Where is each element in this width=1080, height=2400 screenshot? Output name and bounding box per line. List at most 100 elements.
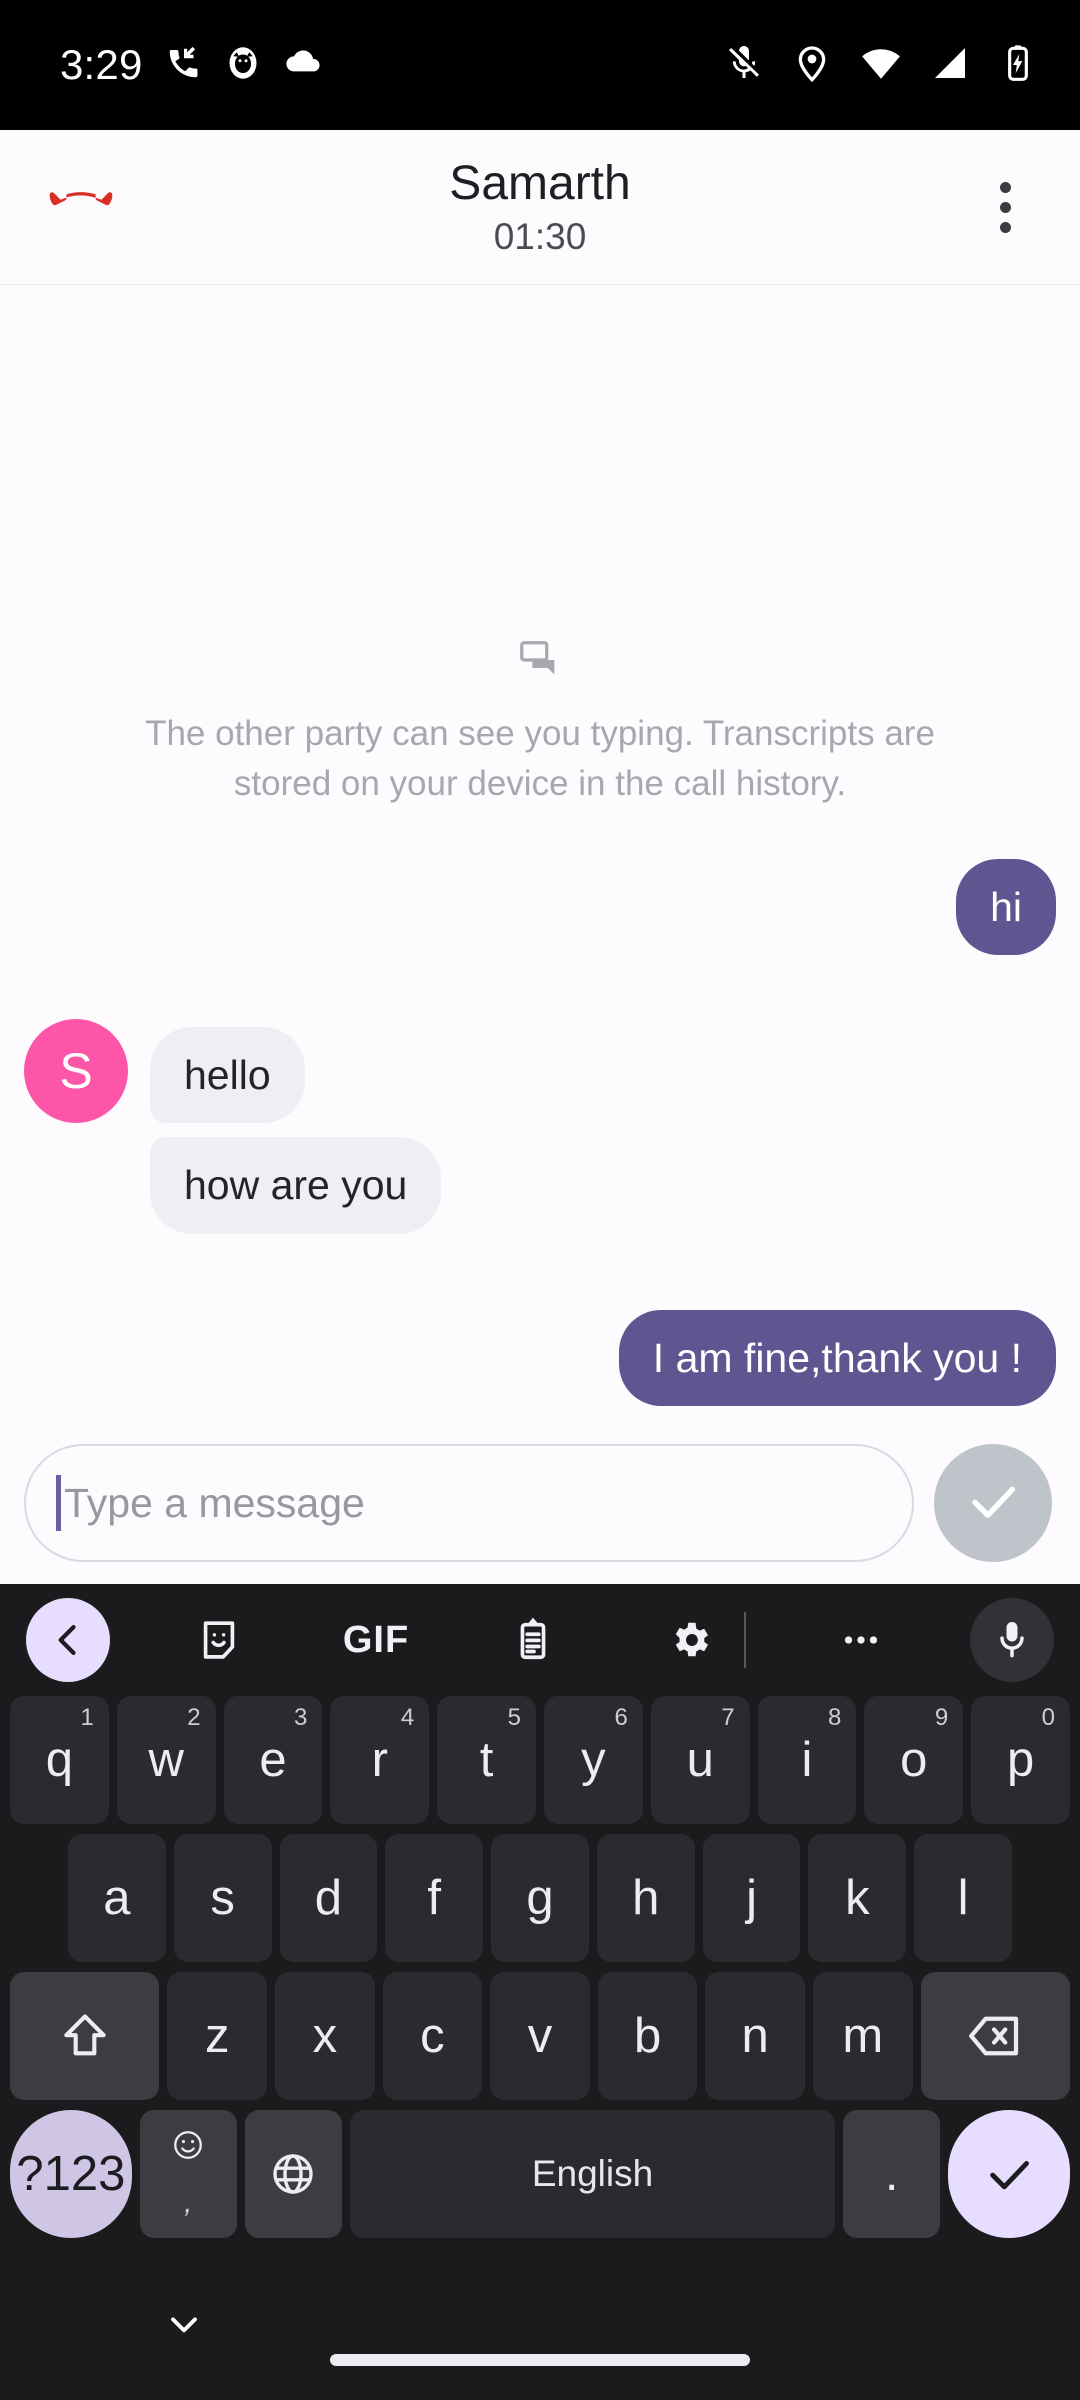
contact-name: Samarth xyxy=(449,157,631,211)
key-comma-emoji[interactable]: , xyxy=(139,2110,237,2238)
key-p[interactable]: 0p xyxy=(971,1696,1070,1824)
rtt-chat-icon xyxy=(130,637,950,683)
key-x[interactable]: x xyxy=(275,1972,375,2100)
key-v[interactable]: v xyxy=(490,1972,590,2100)
key-label: r xyxy=(371,1733,388,1787)
message-row-incoming: how are you xyxy=(0,1137,1080,1234)
key-f[interactable]: f xyxy=(385,1834,484,1962)
more-horiz-icon[interactable] xyxy=(813,1598,909,1682)
back-chevron-icon[interactable] xyxy=(26,1598,110,1682)
key-label: o xyxy=(900,1733,928,1787)
end-call-button[interactable] xyxy=(28,154,134,260)
key-period[interactable]: . xyxy=(843,2110,941,2238)
mic-icon[interactable] xyxy=(970,1598,1054,1682)
backspace-icon[interactable] xyxy=(920,1972,1070,2100)
status-bar-left: 3:29 xyxy=(60,43,323,88)
message-bubble[interactable]: hello xyxy=(150,1026,305,1124)
gear-icon[interactable] xyxy=(642,1598,738,1682)
key-l[interactable]: l xyxy=(914,1834,1013,1962)
key-label: t xyxy=(479,1733,494,1787)
sticker-icon[interactable] xyxy=(171,1598,267,1682)
emoji-icon xyxy=(171,2128,205,2168)
key-superscript: 5 xyxy=(507,1704,521,1731)
key-superscript: 7 xyxy=(721,1704,735,1731)
navigation-bar xyxy=(0,2248,1080,2400)
key-label: y xyxy=(581,1733,606,1787)
missed-call-icon xyxy=(165,44,203,87)
key-a[interactable]: a xyxy=(67,1834,166,1962)
key-e[interactable]: 3e xyxy=(223,1696,323,1824)
status-bar-right xyxy=(724,42,1038,89)
key-z[interactable]: z xyxy=(167,1972,268,2100)
key-w[interactable]: 2w xyxy=(116,1696,216,1824)
key-s[interactable]: s xyxy=(173,1834,272,1962)
key-i[interactable]: 8i xyxy=(757,1696,857,1824)
gif-label: GIF xyxy=(342,1618,410,1661)
key-t[interactable]: 5t xyxy=(437,1696,536,1824)
text-caret xyxy=(56,1475,61,1531)
message-row-outgoing: I am fine,thank you ! xyxy=(0,1309,1080,1406)
message-row-incoming: S hello xyxy=(0,1019,1080,1124)
globe-icon[interactable] xyxy=(244,2110,342,2238)
phone-screen: 3:29 Samarth 01:30 The other party can s… xyxy=(0,0,1080,2400)
conversation-area: The other party can see you typing. Tran… xyxy=(0,285,1080,1422)
key-j[interactable]: j xyxy=(702,1834,801,1962)
shift-icon[interactable] xyxy=(10,1972,160,2100)
key-superscript: 1 xyxy=(80,1704,94,1731)
keyboard-toolbar: GIF xyxy=(0,1584,1080,1696)
key-m[interactable]: m xyxy=(812,1972,913,2100)
keyboard-row-4: ?123 , English . xyxy=(6,2110,1074,2238)
key-o[interactable]: 9o xyxy=(864,1696,964,1824)
comma-label: , xyxy=(184,2186,193,2219)
message-bubble[interactable]: hi xyxy=(956,858,1056,956)
key-superscript: 9 xyxy=(934,1704,949,1731)
key-r[interactable]: 4r xyxy=(330,1696,430,1824)
battery-charging-icon xyxy=(998,43,1038,88)
more-vert-icon[interactable] xyxy=(960,162,1050,252)
key-superscript: 2 xyxy=(187,1704,201,1731)
key-b[interactable]: b xyxy=(597,1972,698,2100)
key-q[interactable]: 1q xyxy=(10,1696,109,1824)
call-header-center: Samarth 01:30 xyxy=(0,153,1080,261)
key-space[interactable]: English xyxy=(349,2110,836,2238)
key-enter-send[interactable] xyxy=(948,2110,1070,2238)
location-icon xyxy=(792,43,832,88)
chevron-down-icon[interactable] xyxy=(148,2288,220,2360)
home-gesture-bar[interactable] xyxy=(330,2354,750,2366)
message-composer: Type a message xyxy=(0,1422,1080,1584)
message-bubble[interactable]: I am fine,thank you ! xyxy=(618,1309,1056,1406)
wifi-icon xyxy=(860,42,902,89)
rtt-hint: The other party can see you typing. Tran… xyxy=(0,637,1080,808)
key-y[interactable]: 6y xyxy=(544,1696,643,1824)
key-c[interactable]: c xyxy=(382,1972,483,2100)
key-n[interactable]: n xyxy=(705,1972,805,2100)
message-bubble[interactable]: how are you xyxy=(150,1137,442,1234)
key-label: e xyxy=(259,1733,287,1787)
key-k[interactable]: k xyxy=(808,1834,907,1962)
key-u[interactable]: 7u xyxy=(650,1696,750,1824)
key-label: p xyxy=(1006,1733,1035,1787)
keyboard-row-2: a s d f g h j k l xyxy=(6,1834,1074,1962)
clipboard-icon[interactable] xyxy=(485,1598,581,1682)
key-h[interactable]: h xyxy=(596,1834,695,1962)
gif-icon[interactable]: GIF xyxy=(328,1598,424,1682)
message-row-outgoing: hi xyxy=(0,858,1080,956)
key-superscript: 3 xyxy=(294,1704,308,1731)
key-numbers-symbols[interactable]: ?123 xyxy=(10,2110,132,2238)
key-d[interactable]: d xyxy=(279,1834,378,1962)
toolbar-divider xyxy=(744,1612,746,1668)
status-clock: 3:29 xyxy=(60,41,143,88)
key-g[interactable]: g xyxy=(491,1834,589,1962)
rtt-hint-text: The other party can see you typing. Tran… xyxy=(145,714,935,803)
send-button[interactable] xyxy=(934,1444,1052,1562)
key-label: w xyxy=(148,1733,184,1787)
key-superscript: 8 xyxy=(828,1704,842,1731)
call-header: Samarth 01:30 xyxy=(0,130,1080,285)
key-superscript: 4 xyxy=(400,1704,415,1731)
avatar: S xyxy=(24,1019,128,1124)
cloud-icon xyxy=(283,43,323,88)
message-input[interactable]: Type a message xyxy=(24,1444,914,1562)
